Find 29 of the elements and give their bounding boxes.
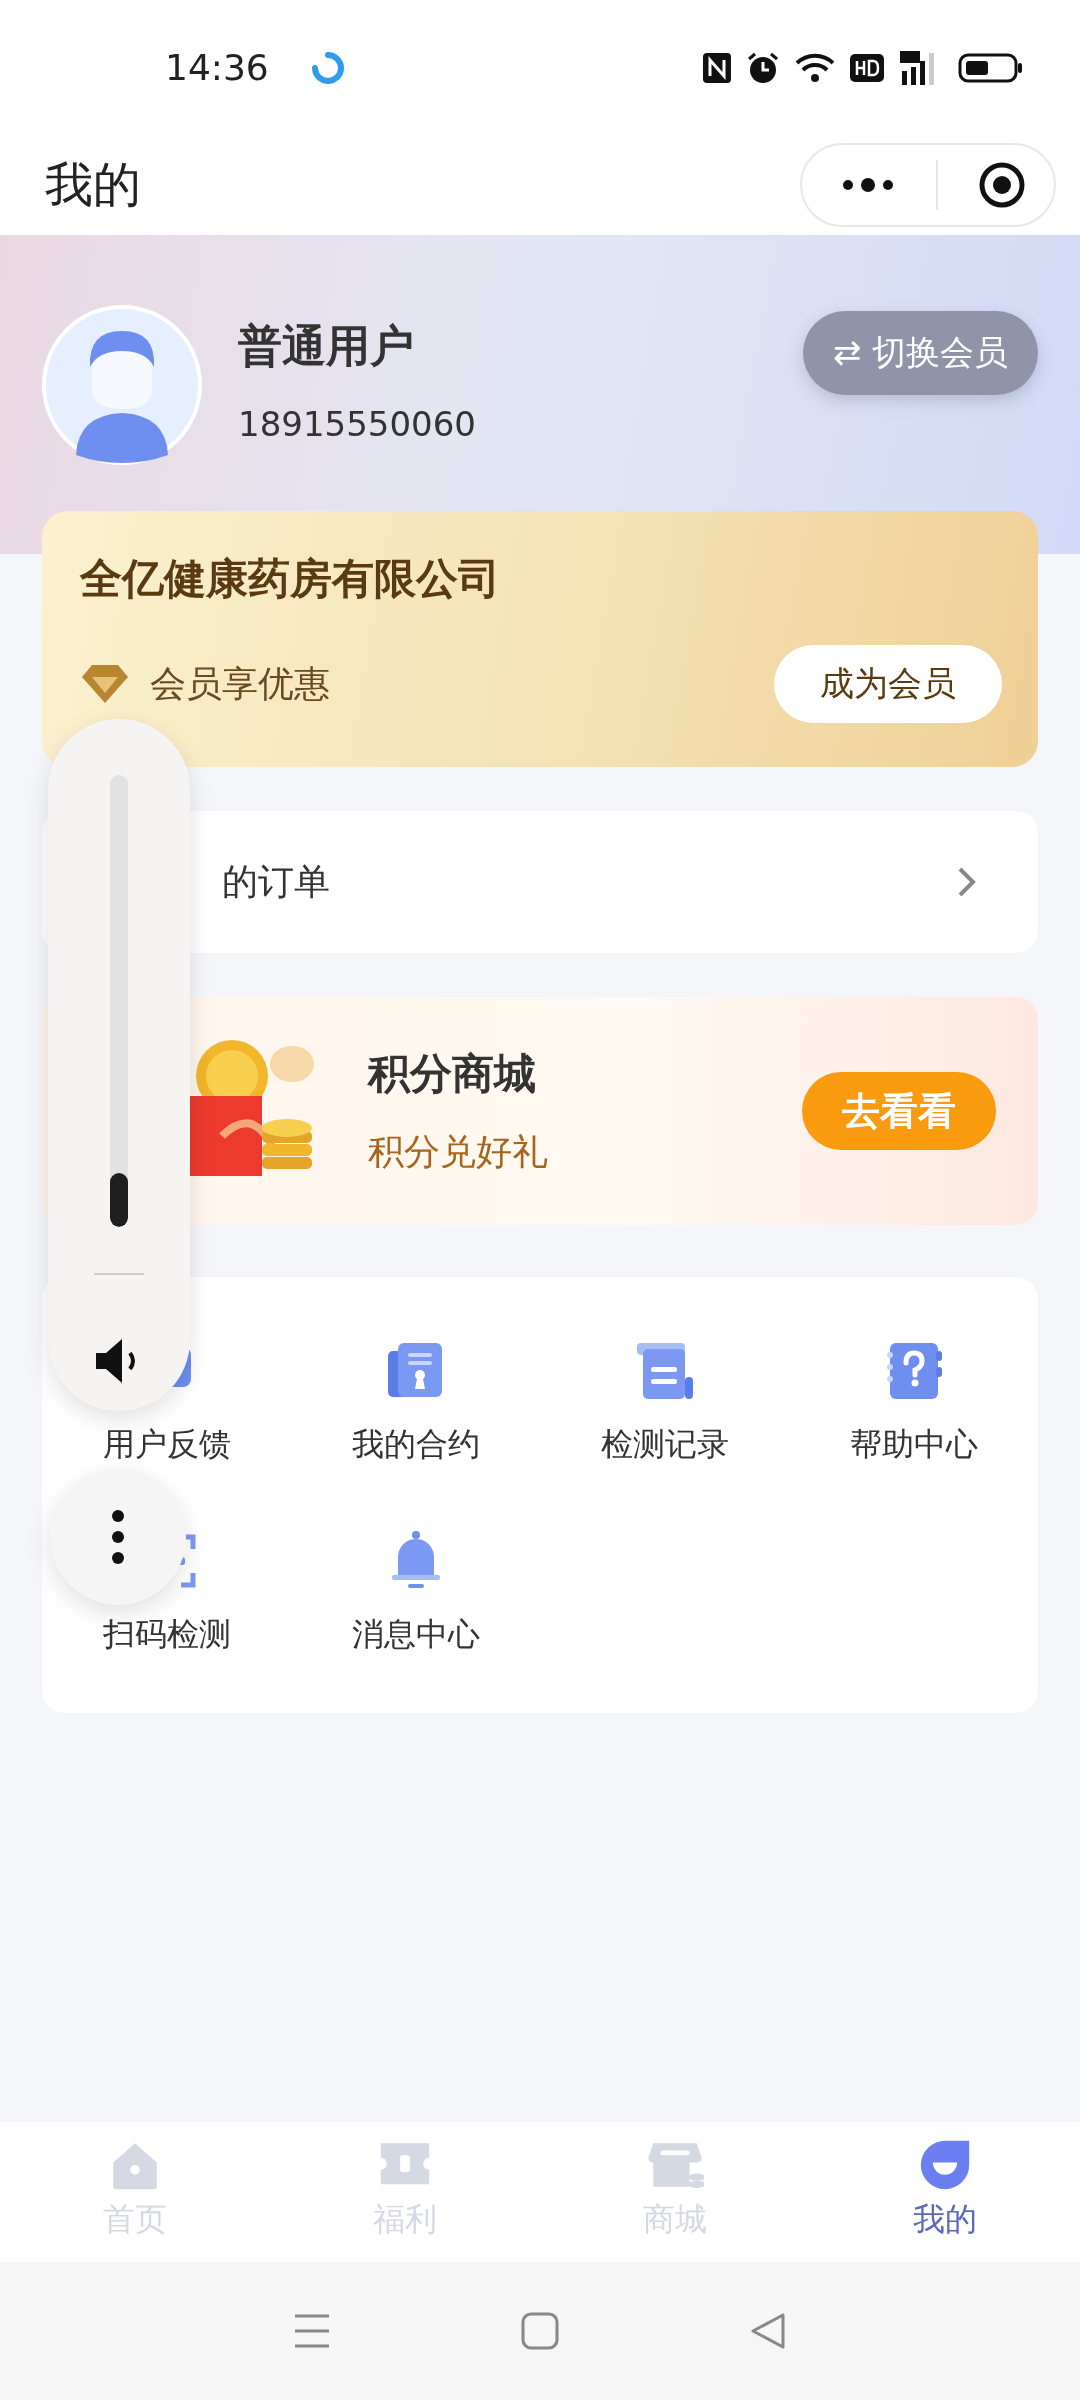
diamond-icon xyxy=(80,663,130,705)
phone-number: 18915550060 xyxy=(238,404,476,444)
chevron-right-icon xyxy=(956,865,978,899)
menu-icon[interactable] xyxy=(293,2313,331,2349)
service-item[interactable]: 消息中心 xyxy=(291,1529,540,1657)
company-name: 全亿健康药房有限公司 xyxy=(80,553,501,605)
wifi-icon xyxy=(794,51,836,84)
more-vertical-icon xyxy=(111,1509,125,1565)
home-square-icon[interactable] xyxy=(521,2312,559,2350)
service-item[interactable]: 帮助中心 xyxy=(789,1339,1038,1467)
close-target-icon[interactable] xyxy=(978,161,1026,209)
service-item[interactable]: 我的合约 xyxy=(291,1339,540,1467)
points-mall-subtitle: 积分兑好礼 xyxy=(368,1129,548,1174)
volume-slider[interactable] xyxy=(110,775,128,1227)
page-title: 我的 xyxy=(45,155,141,214)
status-time: 14:36 xyxy=(165,47,269,88)
more-icon[interactable] xyxy=(840,177,896,193)
alarm-icon xyxy=(746,50,780,85)
loading-icon xyxy=(310,50,345,85)
service-item[interactable]: 检测记录 xyxy=(540,1339,789,1467)
join-member-button[interactable]: 成为会员 xyxy=(774,645,1002,723)
user-name: 普通用户 xyxy=(238,319,415,373)
member-benefit: 会员享优惠 xyxy=(150,661,330,706)
nfc-icon xyxy=(702,51,732,84)
tab-item[interactable]: 我的 xyxy=(810,2136,1080,2262)
points-mall-title: 积分商城 xyxy=(368,1047,537,1100)
battery-icon xyxy=(958,51,1024,84)
back-icon[interactable] xyxy=(749,2312,787,2350)
hd-icon xyxy=(850,53,884,82)
